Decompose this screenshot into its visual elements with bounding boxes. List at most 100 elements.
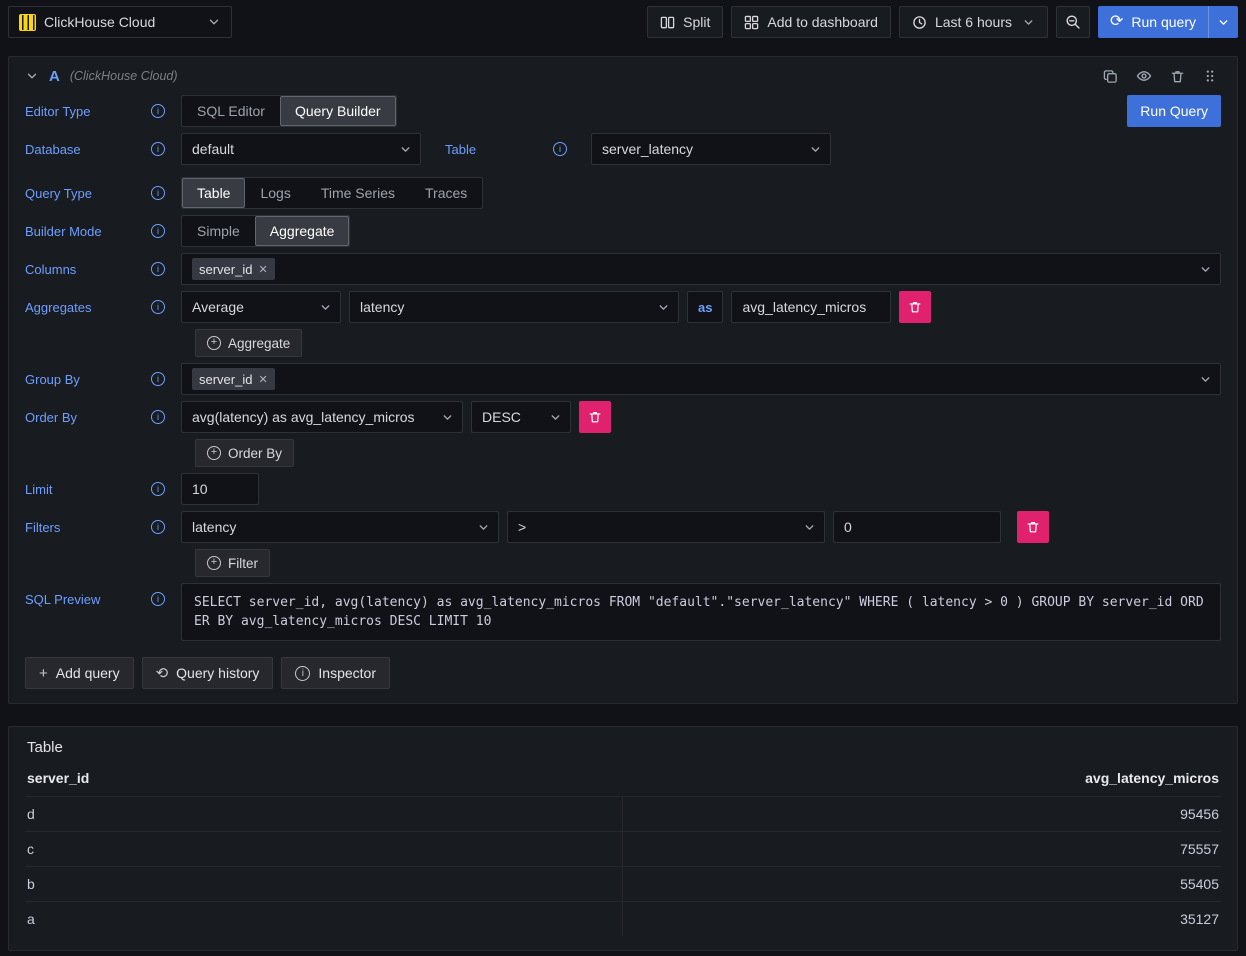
query-type-option-table[interactable]: Table — [182, 178, 245, 208]
table-label: Table i — [445, 133, 567, 165]
trash-icon — [1170, 69, 1185, 84]
table-select[interactable]: server_latency — [591, 133, 831, 165]
copy-icon — [1103, 69, 1118, 84]
run-query-button[interactable]: ⟳ Run query — [1098, 6, 1208, 38]
builder-mode-option-simple[interactable]: Simple — [182, 216, 255, 246]
filter-operator-select[interactable]: > — [507, 511, 825, 543]
add-filter-button[interactable]: + Filter — [195, 549, 270, 577]
info-icon[interactable]: i — [151, 592, 165, 606]
group-by-multiselect[interactable]: server_id ✕ — [181, 363, 1221, 395]
drag-dots-icon — [1203, 69, 1217, 83]
remove-aggregate-button[interactable] — [899, 291, 931, 323]
info-icon[interactable]: i — [151, 372, 165, 386]
aggregate-function-select[interactable]: Average — [181, 291, 341, 323]
database-label: Database i — [25, 133, 165, 165]
add-aggregate-button[interactable]: + Aggregate — [195, 329, 302, 357]
cell-server-id: a — [25, 902, 623, 936]
plus-circle-icon: + — [207, 556, 221, 570]
datasource-hint: (ClickHouse Cloud) — [70, 69, 178, 83]
builder-mode-option-aggregate[interactable]: Aggregate — [255, 216, 350, 246]
editor-type-option-query-builder[interactable]: Query Builder — [280, 96, 396, 126]
info-icon[interactable]: i — [151, 520, 165, 534]
remove-order-by-button[interactable] — [579, 401, 611, 433]
column-header-avg-latency[interactable]: avg_latency_micros — [623, 770, 1219, 786]
topbar-actions: Split Add to dashboard Last 6 hours ⟳ Ru… — [647, 6, 1238, 38]
inspector-button[interactable]: i Inspector — [281, 657, 390, 689]
editor-type-option-sql-editor[interactable]: SQL Editor — [182, 96, 280, 126]
split-button[interactable]: Split — [647, 6, 723, 38]
chevron-down-icon — [1022, 16, 1035, 29]
chevron-down-icon — [319, 301, 332, 314]
refresh-icon: ⟳ — [1110, 14, 1123, 30]
query-editor-footer: + Add query ⟲ Query history i Inspector — [25, 657, 1221, 689]
database-select[interactable]: default — [181, 133, 421, 165]
limit-label: Limit i — [25, 473, 165, 505]
query-type-option-time-series[interactable]: Time Series — [306, 178, 410, 208]
trash-icon — [588, 410, 602, 424]
add-to-dashboard-label: Add to dashboard — [767, 14, 878, 30]
toggle-visibility-button[interactable] — [1132, 64, 1156, 88]
builder-mode-label: Builder Mode i — [25, 215, 165, 247]
plus-circle-icon: + — [207, 336, 221, 350]
add-order-by-row: + Order By — [25, 439, 1221, 467]
info-icon[interactable]: i — [151, 482, 165, 496]
info-icon[interactable]: i — [151, 142, 165, 156]
columns-multiselect[interactable]: server_id ✕ — [181, 253, 1221, 285]
split-label: Split — [683, 14, 710, 30]
limit-input[interactable] — [181, 473, 259, 505]
group-by-tag: server_id ✕ — [192, 368, 275, 390]
column-header-server-id[interactable]: server_id — [27, 770, 623, 786]
query-type-option-traces[interactable]: Traces — [410, 178, 482, 208]
info-icon[interactable]: i — [151, 104, 165, 118]
info-icon[interactable]: i — [151, 224, 165, 238]
info-icon[interactable]: i — [151, 186, 165, 200]
filter-value-input[interactable] — [833, 511, 1001, 543]
query-type-radio-group: Table Logs Time Series Traces — [181, 177, 483, 209]
query-type-row: Query Type i Table Logs Time Series Trac… — [25, 177, 1221, 209]
query-type-option-logs[interactable]: Logs — [245, 178, 305, 208]
query-ref-id: A — [49, 68, 60, 85]
table-row: c 75557 — [25, 831, 1221, 866]
chevron-down-icon — [1199, 373, 1212, 386]
cell-server-id: d — [25, 797, 623, 831]
aggregate-column-select[interactable]: latency — [349, 291, 679, 323]
add-order-by-button[interactable]: + Order By — [195, 439, 294, 467]
chevron-down-icon — [207, 15, 221, 29]
collapse-chevron-icon[interactable] — [25, 69, 39, 83]
remove-tag-icon[interactable]: ✕ — [258, 373, 267, 386]
topbar: ClickHouse Cloud Split Add to dashboard … — [0, 0, 1246, 44]
cell-value: 75557 — [623, 832, 1221, 866]
add-to-dashboard-button[interactable]: Add to dashboard — [731, 6, 891, 38]
info-icon[interactable]: i — [151, 410, 165, 424]
remove-filter-button[interactable] — [1017, 511, 1049, 543]
info-icon[interactable]: i — [553, 142, 567, 156]
chevron-down-icon — [1199, 263, 1212, 276]
duplicate-query-button[interactable] — [1099, 65, 1122, 88]
order-by-expression-select[interactable]: avg(latency) as avg_latency_micros — [181, 401, 463, 433]
drag-handle[interactable] — [1199, 65, 1221, 87]
remove-query-button[interactable] — [1166, 65, 1189, 88]
info-icon[interactable]: i — [151, 300, 165, 314]
run-query-dropdown-button[interactable] — [1208, 6, 1238, 38]
info-icon: i — [295, 666, 310, 681]
chevron-down-icon — [399, 143, 412, 156]
info-icon[interactable]: i — [151, 262, 165, 276]
order-by-row: Order By i avg(latency) as avg_latency_m… — [25, 401, 1221, 433]
table-panel-title: Table — [25, 735, 1221, 770]
query-history-button[interactable]: ⟲ Query history — [142, 657, 274, 689]
filter-column-select[interactable]: latency — [181, 511, 499, 543]
run-query-label: Run query — [1131, 14, 1196, 30]
query-header: A (ClickHouse Cloud) — [25, 57, 1221, 95]
add-query-button[interactable]: + Add query — [25, 657, 134, 689]
cell-server-id: c — [25, 832, 623, 866]
aggregate-alias-input[interactable] — [731, 291, 891, 323]
order-by-direction-select[interactable]: DESC — [471, 401, 571, 433]
table-row: d 95456 — [25, 796, 1221, 831]
time-range-picker[interactable]: Last 6 hours — [899, 6, 1048, 38]
group-by-row: Group By i server_id ✕ — [25, 363, 1221, 395]
remove-tag-icon[interactable]: ✕ — [258, 263, 267, 276]
datasource-picker[interactable]: ClickHouse Cloud — [8, 6, 232, 38]
zoom-out-button[interactable] — [1056, 6, 1090, 38]
run-query-panel-button[interactable]: Run Query — [1127, 95, 1221, 127]
cell-value: 95456 — [623, 797, 1221, 831]
